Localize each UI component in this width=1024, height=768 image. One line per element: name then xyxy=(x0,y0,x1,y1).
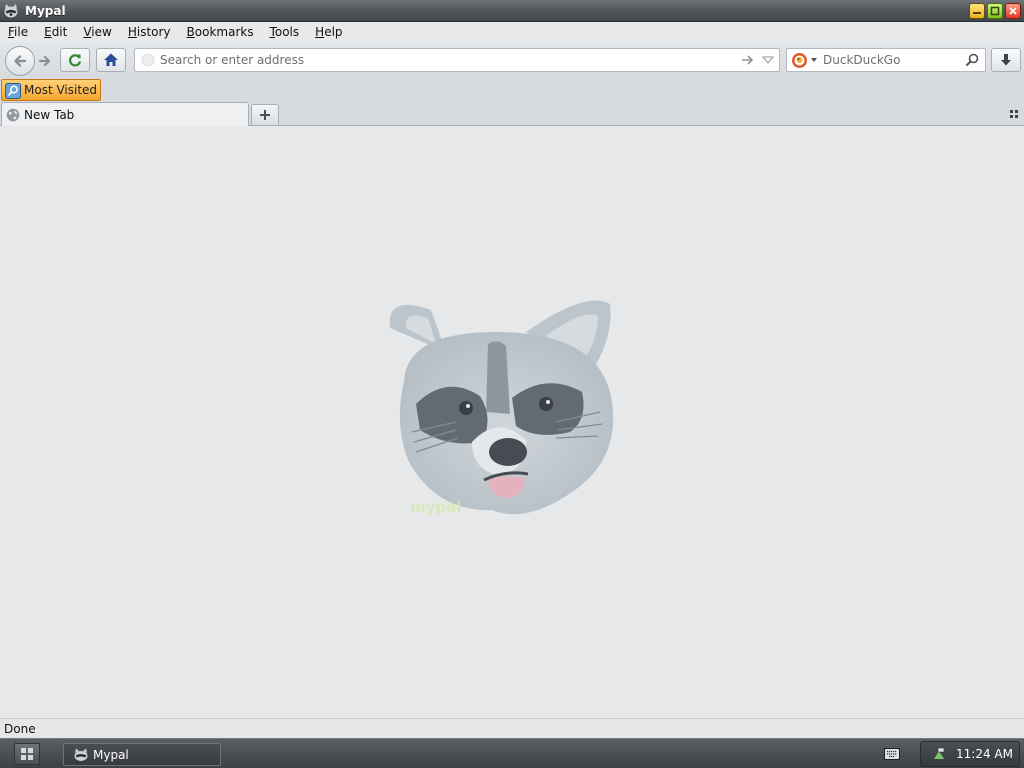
logo-subtext: mypal xyxy=(410,498,461,516)
menu-history-label: istory xyxy=(136,25,171,39)
list-all-tabs-icon[interactable] xyxy=(1009,109,1019,119)
start-menu-button[interactable] xyxy=(14,743,40,765)
keyboard-icon[interactable] xyxy=(884,748,900,760)
status-bar: Done xyxy=(0,718,1024,738)
go-arrow-icon[interactable] xyxy=(741,54,755,66)
most-visited-icon xyxy=(5,83,21,99)
forward-button[interactable] xyxy=(35,52,55,70)
search-bar[interactable] xyxy=(786,48,986,72)
engine-dropdown-icon[interactable] xyxy=(811,58,817,62)
menu-edit-label: dit xyxy=(51,25,68,39)
navigation-toolbar xyxy=(0,42,1024,78)
menu-file[interactable]: File xyxy=(0,25,36,39)
maximize-button[interactable] xyxy=(987,3,1003,19)
menu-edit-accel: E xyxy=(44,25,52,39)
most-visited-label: Most Visited xyxy=(24,83,98,97)
menu-help[interactable]: Help xyxy=(307,25,350,39)
bookmarks-toolbar: Most Visited xyxy=(0,78,1024,102)
new-tab-button[interactable] xyxy=(251,104,279,126)
home-button[interactable] xyxy=(96,48,126,72)
status-text: Done xyxy=(4,721,36,736)
raccoon-app-icon xyxy=(74,748,88,761)
menu-view[interactable]: View xyxy=(75,25,119,39)
reload-icon xyxy=(69,54,82,67)
window-title: Mypal xyxy=(25,3,66,18)
menu-tools-label: ools xyxy=(274,25,300,39)
site-identity-icon xyxy=(141,53,155,67)
raccoon-app-icon xyxy=(4,3,18,17)
minimize-icon xyxy=(973,12,981,14)
menu-bookmarks-label: ookmarks xyxy=(194,25,254,39)
search-icon[interactable] xyxy=(965,53,979,67)
tab-strip: New Tab xyxy=(0,102,1024,127)
download-arrow-icon xyxy=(1001,54,1011,66)
url-input[interactable] xyxy=(160,52,730,68)
search-input[interactable] xyxy=(823,52,959,68)
window-titlebar[interactable]: Mypal xyxy=(0,0,1024,22)
close-icon xyxy=(1009,7,1017,15)
menu-help-label: elp xyxy=(324,25,343,39)
maximize-icon xyxy=(990,6,1000,16)
downloads-button[interactable] xyxy=(991,48,1021,72)
os-taskbar: Mypal 11:24 AM xyxy=(0,738,1024,768)
system-tray[interactable]: 11:24 AM xyxy=(920,741,1020,767)
reload-button[interactable] xyxy=(60,48,90,72)
menu-tools[interactable]: Tools xyxy=(262,25,308,39)
most-visited-bookmark[interactable]: Most Visited xyxy=(1,79,102,101)
plus-icon xyxy=(260,110,270,120)
tab-new-tab[interactable]: New Tab xyxy=(1,102,249,127)
forward-arrow-icon xyxy=(38,55,51,67)
menu-history[interactable]: History xyxy=(120,25,179,39)
tab-label: New Tab xyxy=(24,108,75,122)
menu-history-accel: H xyxy=(127,25,137,39)
grid-menu-icon xyxy=(21,748,33,760)
menu-bookmarks[interactable]: Bookmarks xyxy=(179,25,262,39)
menu-file-label: ile xyxy=(14,25,29,39)
history-dropdown-icon[interactable] xyxy=(762,56,774,64)
menu-bookmarks-accel: B xyxy=(186,25,195,39)
globe-icon xyxy=(6,108,20,122)
close-button[interactable] xyxy=(1005,3,1021,19)
menu-view-label: iew xyxy=(91,25,112,39)
network-icon[interactable] xyxy=(932,747,946,761)
menu-help-accel: H xyxy=(315,25,325,39)
clock: 11:24 AM xyxy=(956,747,1013,761)
duckduckgo-engine-icon[interactable] xyxy=(791,52,808,69)
taskbar-window-label: Mypal xyxy=(93,747,129,762)
menu-bar: File Edit View History Bookmarks Tools H… xyxy=(0,22,1024,42)
url-bar[interactable] xyxy=(134,48,780,72)
page-content: mypal xyxy=(0,126,1024,718)
menu-edit[interactable]: Edit xyxy=(36,25,75,39)
taskbar-window-mypal[interactable]: Mypal xyxy=(63,743,221,766)
back-button[interactable] xyxy=(5,46,35,76)
home-icon xyxy=(104,53,118,66)
back-arrow-icon xyxy=(14,55,27,67)
minimize-button[interactable] xyxy=(969,3,985,19)
mypal-raccoon-logo: mypal xyxy=(389,300,614,516)
